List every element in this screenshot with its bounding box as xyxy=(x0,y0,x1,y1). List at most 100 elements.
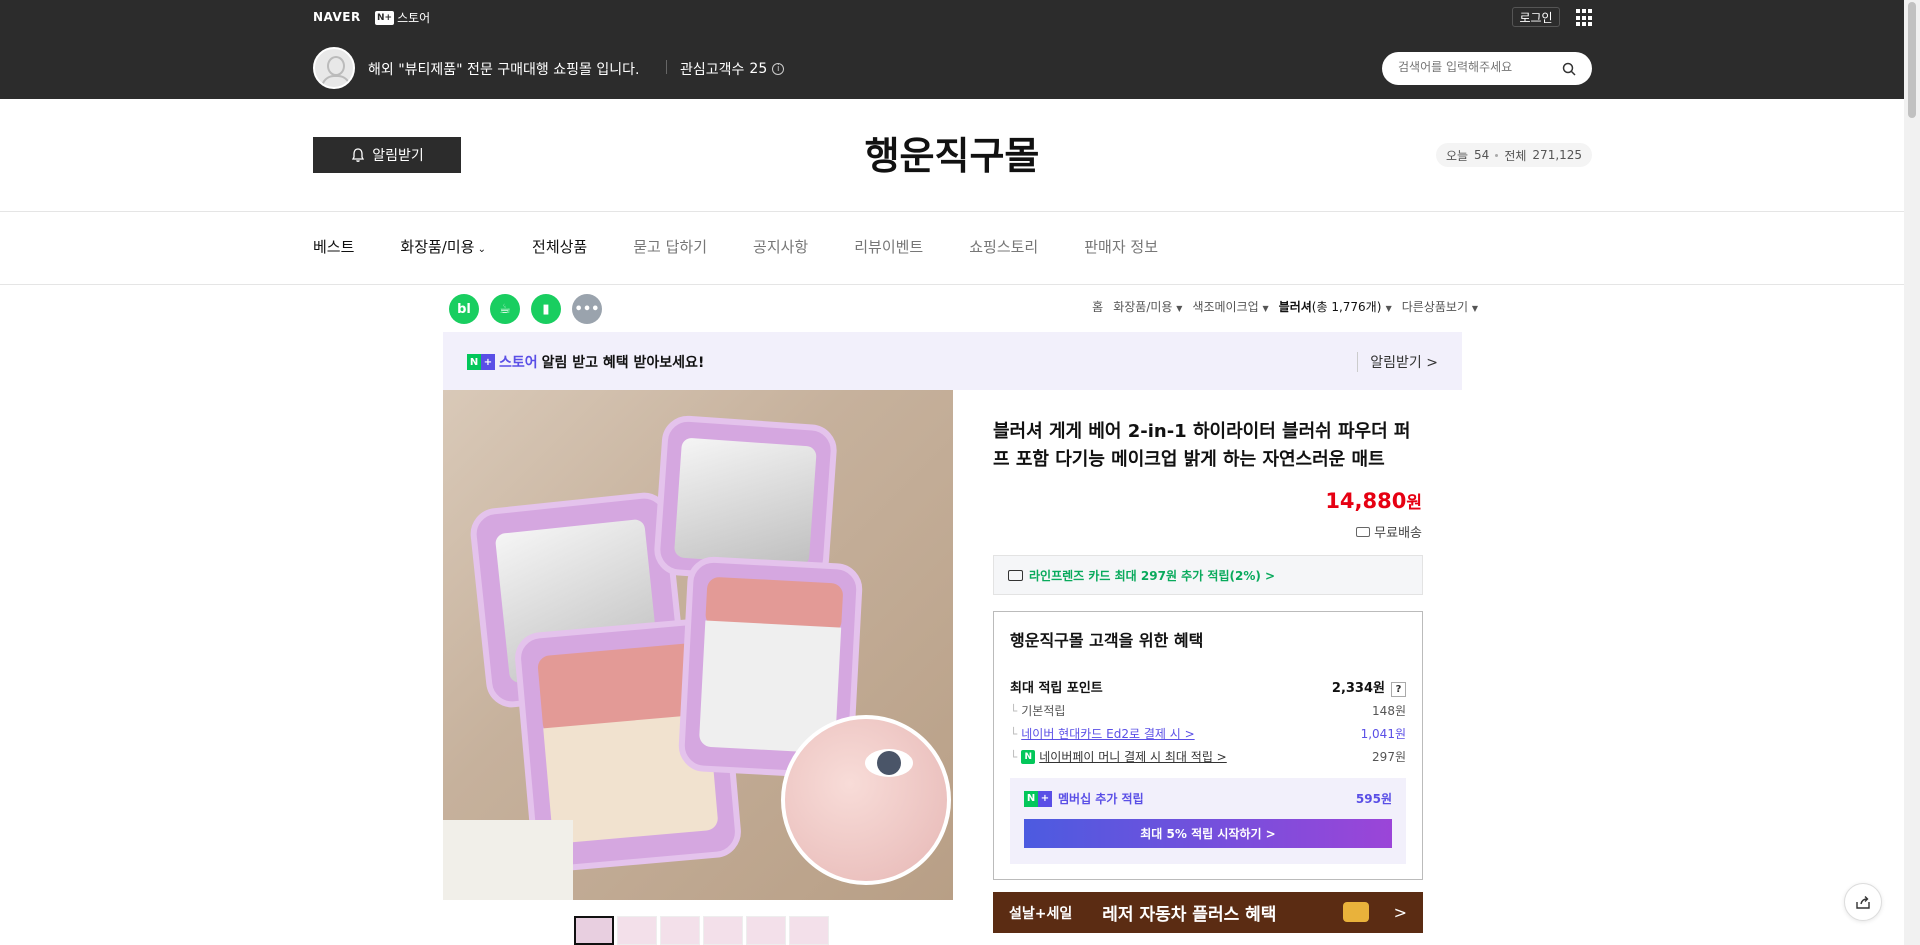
benefit-row-basic: └ 기본적립 148원 xyxy=(1010,703,1406,719)
thumbnail[interactable] xyxy=(574,916,614,945)
member-value: 595원 xyxy=(1355,792,1392,806)
login-button[interactable]: 로그인 xyxy=(1512,7,1560,27)
more-icon[interactable]: ••• xyxy=(572,294,602,324)
naver-logo[interactable]: NAVER xyxy=(313,10,361,24)
apps-grid-icon[interactable] xyxy=(1576,9,1594,27)
cafe-icon[interactable]: ☕ xyxy=(490,294,520,324)
thumbnail-strip xyxy=(574,916,829,945)
breadcrumb-cat2[interactable]: 색조메이크업 ▼ xyxy=(1192,298,1268,315)
npay-link[interactable]: 네이버페이 머니 결제 시 최대 적립 > xyxy=(1039,748,1227,765)
product-price: 14,880원 xyxy=(1325,488,1422,513)
membership-row: N + 멤버십 추가 적립 595원 xyxy=(1024,790,1392,807)
breadcrumb-other[interactable]: 다른상품보기 ▼ xyxy=(1402,298,1478,315)
visit-today-label: 오늘 xyxy=(1445,148,1469,163)
sleeve xyxy=(443,820,573,900)
thumbnail[interactable] xyxy=(703,916,743,945)
max-points-value: 2,334원? xyxy=(1332,677,1406,697)
nav-qna[interactable]: 묻고 답하기 xyxy=(633,236,707,257)
nav-all-products[interactable]: 전체상품 xyxy=(532,236,587,257)
store-label: 스토어 xyxy=(397,11,431,25)
nav-cosmetics-label: 화장품/미용 xyxy=(400,238,475,256)
caret-down-icon: ▼ xyxy=(1262,304,1269,313)
gift-icon xyxy=(1343,902,1369,922)
nav-notice[interactable]: 공지사항 xyxy=(753,236,808,257)
store-title[interactable]: 행운직구몰 xyxy=(0,125,1904,180)
caret-down-icon: ▼ xyxy=(1176,304,1183,313)
divider xyxy=(666,60,667,74)
search-input[interactable] xyxy=(1398,60,1558,74)
interest-label: 관심고객수 xyxy=(680,62,745,78)
thumbnail[interactable] xyxy=(789,916,829,945)
benefit-row-card: └ 네이버 현대카드 Ed2로 결제 시 > 1,041원 xyxy=(1010,725,1406,742)
price-value: 14,880 xyxy=(1325,489,1407,513)
hyundai-card-link[interactable]: 네이버 현대카드 Ed2로 결제 시 > xyxy=(1021,725,1194,742)
store-notify-banner[interactable]: N + 스토어 알림 받고 혜택 받아보세요! 알림받기 > xyxy=(443,332,1462,390)
blog-icon[interactable]: bl xyxy=(449,294,479,324)
thumbnail[interactable] xyxy=(617,916,657,945)
card-value: 1,041원 xyxy=(1360,727,1406,741)
interest-count: 25 xyxy=(749,61,768,77)
breadcrumb-cat1[interactable]: 화장품/미용 ▼ xyxy=(1113,298,1182,315)
shipping-info: 무료배송 xyxy=(1356,522,1422,541)
visit-today: 54 xyxy=(1474,148,1490,162)
price-currency: 원 xyxy=(1406,493,1422,513)
breadcrumb: 홈 화장품/미용 ▼ 색조메이크업 ▼ 블러셔(총 1,776개) ▼ 다른상품… xyxy=(1092,298,1478,315)
benefit-row-npay: └ N 네이버페이 머니 결제 시 최대 적립 > 297원 xyxy=(1010,748,1406,765)
membership-start-button[interactable]: 최대 5% 적립 시작하기 > xyxy=(1024,819,1392,848)
basic-value: 148원 xyxy=(1372,704,1406,718)
breadcrumb-home[interactable]: 홈 xyxy=(1092,298,1103,315)
store-description: 해외 "뷰티제품" 전문 구매대행 쇼핑몰 입니다. xyxy=(368,62,640,78)
basic-label: 기본적립 xyxy=(1021,704,1066,718)
help-icon[interactable]: ? xyxy=(1391,682,1406,697)
page: NAVER N+ 스토어 로그인 해외 "뷰티제품" 전문 구매대행 쇼핑몰 입… xyxy=(0,0,1920,945)
npay-value: 297원 xyxy=(1372,750,1406,764)
nav-shopping-story[interactable]: 쇼핑스토리 xyxy=(969,236,1038,257)
breadcrumb-cat3[interactable]: 블러셔(총 1,776개) ▼ xyxy=(1279,298,1392,315)
product-title: 블러셔 게게 베어 2-in-1 하이라이터 블러쉬 파우더 퍼프 포함 다기능… xyxy=(993,421,1411,470)
visitor-count: 오늘 54 전체 271,125 xyxy=(1436,143,1592,167)
thumbnail[interactable] xyxy=(660,916,700,945)
product-main-image[interactable] xyxy=(443,390,953,900)
nplus-badge: N+ xyxy=(1024,790,1052,807)
store-avatar xyxy=(313,47,355,89)
scrollbar-thumb[interactable] xyxy=(1908,2,1916,118)
npay-icon: N xyxy=(1021,749,1036,764)
max-points-row: 최대 적립 포인트 2,334원? xyxy=(1010,677,1406,697)
store-word: 스토어 xyxy=(499,355,538,371)
chevron-right-icon: > xyxy=(1393,903,1407,922)
nav-cosmetics[interactable]: 화장품/미용 ⌄ xyxy=(400,236,486,257)
info-icon[interactable]: i xyxy=(772,63,785,75)
divider xyxy=(0,211,1904,212)
nplus-badge: N+ xyxy=(375,10,395,25)
nplus-store-logo[interactable]: N+ 스토어 xyxy=(375,9,430,26)
global-header: NAVER N+ 스토어 로그인 해외 "뷰티제품" 전문 구매대행 쇼핑몰 입… xyxy=(0,0,1904,99)
scrollbar[interactable] xyxy=(1904,0,1920,945)
caret-down-icon: ▼ xyxy=(1471,304,1478,313)
visit-total-label: 전체 xyxy=(1504,148,1527,163)
share-icon[interactable] xyxy=(1844,883,1882,921)
promo-banner[interactable]: 설날+세일 레저 자동차 플러스 혜택 > xyxy=(993,892,1423,933)
chevron-down-icon: ⌄ xyxy=(474,244,487,255)
promo-text: 레저 자동차 플러스 혜택 xyxy=(1102,905,1277,925)
nplus-badge: N+ xyxy=(467,354,495,370)
search-icon[interactable] xyxy=(1562,62,1576,76)
card-offer[interactable]: 라인프렌즈 카드 최대 297원 추가 적립(2%) > xyxy=(993,555,1423,595)
bookmark-icon[interactable]: ▮ xyxy=(531,294,561,324)
category-nav: 베스트 화장품/미용 ⌄ 전체상품 묻고 답하기 공지사항 리뷰이벤트 쇼핑스토… xyxy=(313,236,1204,257)
membership-box: N + 멤버십 추가 적립 595원 최대 5% 적립 시작하기 > xyxy=(1010,778,1406,864)
nav-best[interactable]: 베스트 xyxy=(313,236,354,257)
card-offer-text: 라인프렌즈 카드 최대 297원 추가 적립(2%) > xyxy=(1029,568,1276,583)
notify-message: 알림 받고 혜택 받아보세요! xyxy=(541,355,705,371)
benefit-title: 행운직구몰 고객을 위한 혜택 xyxy=(1010,631,1204,650)
max-points-label: 최대 적립 포인트 xyxy=(1010,681,1103,696)
nav-review-event[interactable]: 리뷰이벤트 xyxy=(854,236,923,257)
visit-total: 271,125 xyxy=(1532,148,1583,162)
shipping-label: 무료배송 xyxy=(1374,526,1422,541)
divider xyxy=(0,284,1904,285)
caret-down-icon: ▼ xyxy=(1385,304,1392,313)
promo-tag: 설날+세일 xyxy=(1009,905,1073,922)
nav-seller-info[interactable]: 판매자 정보 xyxy=(1084,236,1158,257)
store-search xyxy=(1382,52,1592,85)
thumbnail[interactable] xyxy=(746,916,786,945)
notify-action[interactable]: 알림받기 > xyxy=(1357,352,1438,372)
